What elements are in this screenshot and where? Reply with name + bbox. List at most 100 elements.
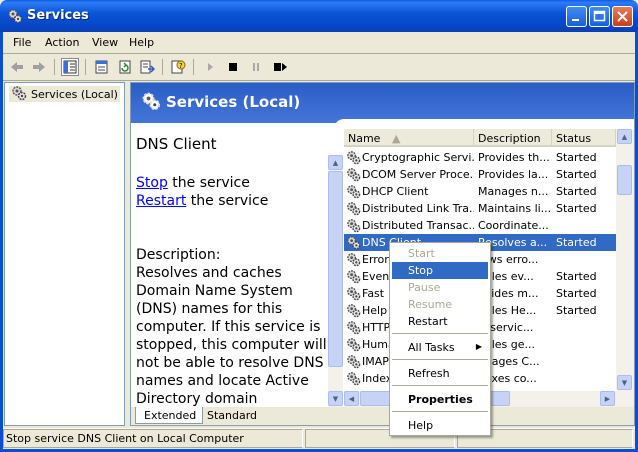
- column-header-name[interactable]: Name ▲: [344, 129, 474, 147]
- description-line: not be able to resolve DNS: [136, 355, 324, 371]
- menu-item-properties[interactable]: Properties: [392, 391, 488, 408]
- menu-help[interactable]: Help: [129, 36, 154, 49]
- table-row[interactable]: Distributed Transac... Coordinate...: [344, 217, 616, 234]
- table-row[interactable]: DHCP Client Manages n... Started: [344, 183, 616, 200]
- cell-name: Distributed Link Tra...: [362, 202, 474, 215]
- cell-description: Maintains li...: [478, 202, 550, 215]
- cell-description: Manages n...: [478, 185, 549, 198]
- export-icon[interactable]: [138, 58, 156, 76]
- toolbar-separator: [85, 59, 86, 75]
- context-menu: Start Stop Pause Resume Restart All Task…: [389, 242, 491, 436]
- scroll-left-icon[interactable]: ◀: [344, 391, 359, 406]
- restart-icon[interactable]: [271, 58, 289, 76]
- toolbar-separator: [162, 59, 163, 75]
- scroll-up-icon[interactable]: ▲: [617, 129, 632, 144]
- extended-description-panel: DNS Client Stop the service Restart the …: [131, 129, 343, 407]
- banner-title: Services (Local): [166, 93, 301, 111]
- description-scrollbar[interactable]: ▲ ▼: [328, 155, 343, 407]
- cell-status: Started: [556, 202, 597, 215]
- properties-icon[interactable]: [92, 58, 110, 76]
- tab-extended[interactable]: Extended: [135, 407, 204, 424]
- table-row[interactable]: Cryptographic Servi... Provides th... Star…: [344, 149, 616, 166]
- cell-status: Started: [556, 287, 597, 300]
- service-gear-icon: [346, 201, 361, 216]
- svg-text:?: ?: [179, 62, 183, 70]
- description-line: stopped, this computer will: [136, 337, 327, 353]
- services-gear-icon: [7, 8, 23, 24]
- restart-link[interactable]: Restart: [136, 193, 186, 209]
- details-pane: Services (Local) DNS Client Stop the ser…: [130, 82, 635, 426]
- menu-item-restart[interactable]: Restart: [392, 313, 488, 330]
- menu-view[interactable]: View: [92, 36, 118, 49]
- toolbar: ?: [3, 54, 635, 80]
- pane-banner: Services (Local): [131, 83, 634, 123]
- description-line: Domain Name System: [136, 283, 293, 299]
- minimize-button[interactable]: [566, 6, 587, 27]
- service-gear-icon: [346, 150, 361, 165]
- description-line: (DNS) names for this: [136, 301, 283, 317]
- scroll-up-icon[interactable]: ▲: [328, 155, 343, 170]
- menu-item-stop[interactable]: Stop: [392, 262, 488, 279]
- description-line: Description:: [136, 247, 221, 263]
- service-gear-icon: [346, 320, 361, 335]
- column-header-status[interactable]: Status: [552, 129, 616, 147]
- stop-icon[interactable]: [224, 58, 242, 76]
- service-title: DNS Client: [136, 135, 217, 153]
- cell-status: Started: [556, 185, 597, 198]
- menu-item-resume[interactable]: Resume: [392, 296, 488, 313]
- menu-separator: [392, 385, 488, 386]
- menu-separator: [392, 411, 488, 412]
- submenu-arrow-icon: ▶: [475, 342, 482, 351]
- cell-status: Started: [556, 168, 597, 181]
- play-icon[interactable]: [201, 58, 219, 76]
- menu-item-refresh[interactable]: Refresh: [392, 365, 488, 382]
- tab-standard[interactable]: Standard: [199, 407, 263, 424]
- service-gear-icon: [346, 337, 361, 352]
- tree-item-services-local[interactable]: Services (Local): [9, 85, 120, 102]
- scroll-right-icon[interactable]: ▶: [600, 391, 615, 406]
- menu-item-start[interactable]: Start: [392, 245, 488, 262]
- service-gear-icon: [346, 303, 361, 318]
- scroll-down-icon[interactable]: ▼: [328, 391, 343, 406]
- toolbar-divider: [3, 80, 635, 81]
- menu-bar: File Action View Help: [3, 32, 635, 53]
- menu-action[interactable]: Action: [45, 36, 79, 49]
- toolbar-separator: [193, 59, 194, 75]
- list-vertical-scrollbar[interactable]: ▲ ▼: [616, 129, 634, 391]
- refresh-icon[interactable]: [116, 58, 134, 76]
- maximize-button[interactable]: [589, 6, 610, 27]
- menu-file[interactable]: File: [13, 36, 31, 49]
- cell-name: Cryptographic Servi...: [362, 151, 474, 164]
- table-row[interactable]: DCOM Server Proce... Provides la... Starte…: [344, 166, 616, 183]
- scroll-thumb[interactable]: [328, 171, 343, 367]
- forward-icon[interactable]: [30, 58, 48, 76]
- column-header-description[interactable]: Description: [474, 129, 552, 147]
- scroll-thumb[interactable]: [617, 165, 632, 195]
- menu-item-all-tasks[interactable]: All Tasks ▶: [392, 339, 488, 356]
- stop-link[interactable]: Stop: [136, 175, 168, 191]
- cell-description: Coordinate...: [478, 219, 549, 232]
- back-icon[interactable]: [8, 58, 26, 76]
- menu-item-pause[interactable]: Pause: [392, 279, 488, 296]
- cell-name: DHCP Client: [362, 185, 429, 198]
- sort-ascending-icon: ▲: [391, 132, 401, 145]
- service-gear-icon: [346, 184, 361, 199]
- service-gear-icon: [346, 286, 361, 301]
- scroll-down-icon[interactable]: ▼: [617, 375, 632, 390]
- description-line: Directory domain: [136, 391, 258, 407]
- service-gear-icon: [346, 235, 361, 250]
- cell-description: Provides la...: [478, 168, 549, 181]
- cell-description: Provides th...: [478, 151, 550, 164]
- service-gear-icon: [346, 252, 361, 267]
- table-row[interactable]: Distributed Link Tra... Maintains li... St…: [344, 200, 616, 217]
- help-icon[interactable]: ?: [169, 58, 187, 76]
- show-tree-icon[interactable]: [61, 58, 79, 76]
- title-bar[interactable]: Services: [0, 0, 638, 32]
- service-gear-icon: [346, 167, 361, 182]
- close-button[interactable]: [612, 6, 633, 27]
- menu-separator: [392, 333, 488, 334]
- pause-icon[interactable]: [247, 58, 265, 76]
- restart-line: Restart the service: [136, 193, 268, 209]
- menu-item-help[interactable]: Help: [392, 417, 488, 434]
- status-text: Stop service DNS Client on Local Compute…: [6, 432, 244, 445]
